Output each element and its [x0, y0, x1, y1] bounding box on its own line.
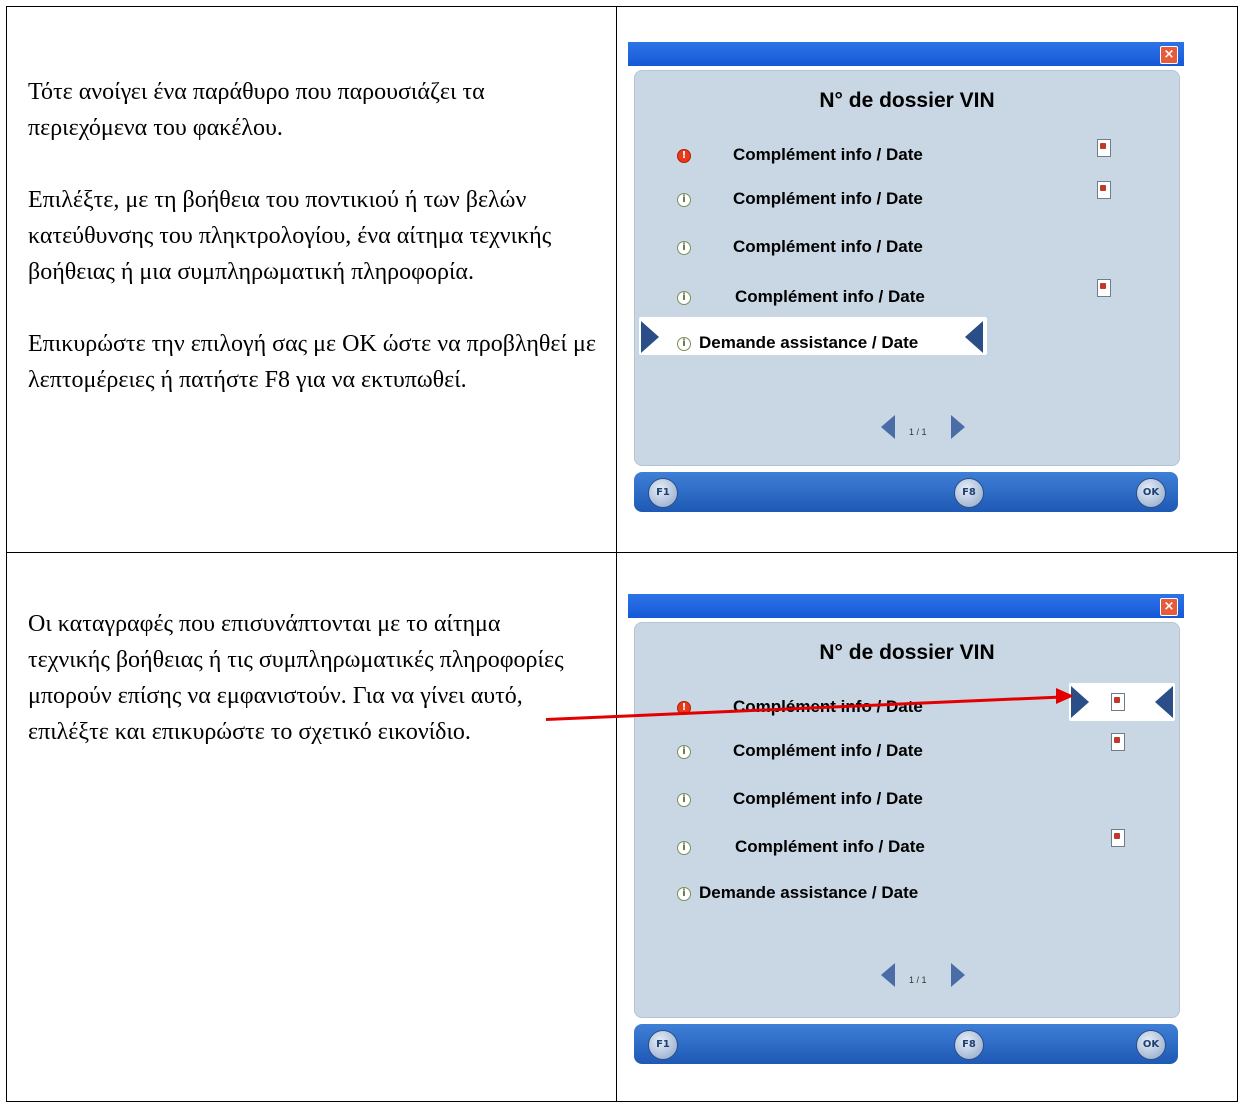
next-page-icon[interactable]: [951, 963, 965, 987]
attachment-icon[interactable]: [1097, 279, 1111, 297]
ok-button[interactable]: OK: [1136, 478, 1166, 508]
page-indicator: 1 / 1: [909, 427, 927, 437]
window-titlebar: ×: [628, 594, 1184, 618]
dossier-title: N° de dossier VIN: [819, 641, 995, 664]
info-icon: i: [677, 337, 691, 351]
info-icon: i: [677, 841, 691, 855]
list-item[interactable]: i Complément info / Date: [675, 787, 1155, 823]
dossier-title: N° de dossier VIN: [819, 89, 995, 112]
attachment-icon-selected[interactable]: [1111, 693, 1125, 711]
selection-arrow-left-icon: [965, 321, 983, 353]
list-item-selected[interactable]: i Demande assistance / Date: [675, 331, 995, 367]
bottom-toolbar: F1 F8 OK: [634, 472, 1178, 512]
dossier-panel: N° de dossier VIN ! Complément info / Da…: [634, 622, 1180, 1018]
instruction-text-1: Τότε ανοίγει ένα παράθυρο που παρουσιάζε…: [28, 74, 604, 398]
dossier-window-2: × N° de dossier VIN ! Complément info / …: [628, 594, 1184, 1072]
list-item[interactable]: ! Complément info / Date: [675, 143, 1155, 179]
table-divider-horizontal: [6, 552, 1238, 553]
list-item[interactable]: i Demande assistance / Date: [675, 881, 995, 917]
list-item[interactable]: i Complément info / Date: [675, 187, 1155, 223]
selection-arrow-left-icon: [1155, 686, 1173, 718]
info-icon: i: [677, 241, 691, 255]
item-label: Complément info / Date: [733, 741, 923, 760]
item-label: Complément info / Date: [735, 837, 925, 856]
attachment-icon[interactable]: [1097, 139, 1111, 157]
instruction-text-2: Οι καταγραφές που επισυνάπτονται με το α…: [28, 606, 588, 750]
item-label: Complément info / Date: [733, 189, 923, 208]
list-item[interactable]: i Complément info / Date: [675, 739, 1155, 775]
item-label: Demande assistance / Date: [699, 333, 919, 352]
page-indicator: 1 / 1: [909, 975, 927, 985]
f8-print-button[interactable]: F8: [954, 478, 984, 508]
item-label: Demande assistance / Date: [699, 883, 919, 902]
paragraph: Επικυρώστε την επιλογή σας με ΟΚ ώστε να…: [28, 331, 596, 393]
attachment-icon[interactable]: [1097, 181, 1111, 199]
paragraph: Τότε ανοίγει ένα παράθυρο που παρουσιάζε…: [28, 79, 485, 141]
list-item[interactable]: i Complément info / Date: [675, 285, 1155, 321]
info-icon: i: [677, 887, 691, 901]
ok-button[interactable]: OK: [1136, 1030, 1166, 1060]
close-icon[interactable]: ×: [1160, 598, 1178, 616]
window-titlebar: ×: [628, 42, 1184, 66]
f8-print-button[interactable]: F8: [954, 1030, 984, 1060]
pointer-arrowhead-icon: [1056, 688, 1074, 704]
f1-help-button[interactable]: F1: [648, 1030, 678, 1060]
dossier-panel: N° de dossier VIN ! Complément info / Da…: [634, 70, 1180, 466]
item-label: Complément info / Date: [735, 287, 925, 306]
item-label: Complément info / Date: [733, 237, 923, 256]
warning-icon: !: [677, 149, 691, 163]
item-label: Complément info / Date: [733, 789, 923, 808]
info-icon: i: [677, 793, 691, 807]
table-divider-vertical: [616, 6, 617, 1102]
f1-help-button[interactable]: F1: [648, 478, 678, 508]
attachment-icon[interactable]: [1111, 829, 1125, 847]
list-item[interactable]: i Complément info / Date: [675, 235, 1155, 271]
prev-page-icon[interactable]: [881, 415, 895, 439]
info-icon: i: [677, 745, 691, 759]
selection-arrow-right-icon: [641, 321, 659, 353]
bottom-toolbar: F1 F8 OK: [634, 1024, 1178, 1064]
dossier-window-1: × N° de dossier VIN ! Complément info / …: [628, 42, 1184, 520]
info-icon: i: [677, 291, 691, 305]
next-page-icon[interactable]: [951, 415, 965, 439]
prev-page-icon[interactable]: [881, 963, 895, 987]
item-label: Complément info / Date: [733, 145, 923, 164]
info-icon: i: [677, 193, 691, 207]
paragraph: Οι καταγραφές που επισυνάπτονται με το α…: [28, 611, 564, 745]
attachment-icon[interactable]: [1111, 733, 1125, 751]
paragraph: Επιλέξτε, με τη βοήθεια του ποντικιού ή …: [28, 187, 552, 285]
close-icon[interactable]: ×: [1160, 46, 1178, 64]
list-item[interactable]: i Complément info / Date: [675, 835, 1155, 871]
